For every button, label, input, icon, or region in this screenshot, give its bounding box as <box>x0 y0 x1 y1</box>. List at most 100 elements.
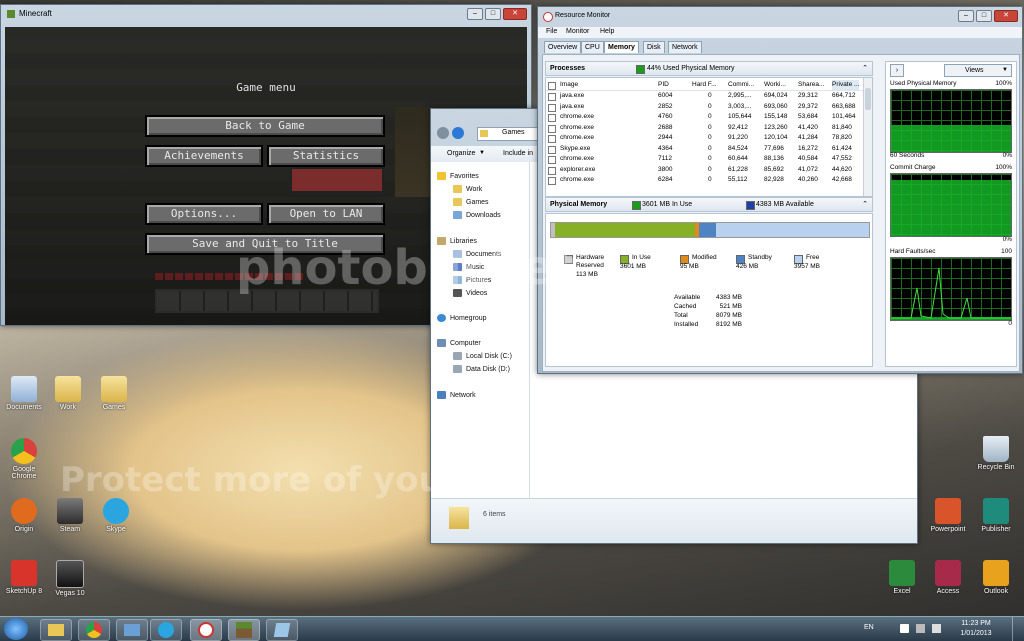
sidebar-item-work[interactable]: Work <box>453 185 482 193</box>
statistics-button[interactable]: Statistics <box>267 145 385 167</box>
column-header-hard-faults[interactable]: Hard F... <box>692 80 717 90</box>
maximize-button[interactable]: □ <box>485 8 501 20</box>
row-checkbox[interactable] <box>548 135 556 143</box>
clock-time[interactable]: 11:23 PM <box>956 620 996 627</box>
sidebar-item-games[interactable]: Games <box>453 198 489 206</box>
physical-memory-header[interactable]: Physical Memory 3601 MB In Use 4383 MB A… <box>545 197 873 212</box>
tray-network-icon[interactable] <box>916 624 925 633</box>
start-button[interactable] <box>4 618 28 640</box>
taskbar-explorer[interactable] <box>40 619 72 641</box>
taskbar-app[interactable] <box>266 619 298 641</box>
row-checkbox[interactable] <box>548 177 556 185</box>
menu-help[interactable]: Help <box>600 28 614 35</box>
minimize-button[interactable]: – <box>958 10 974 22</box>
sidebar-item-computer[interactable]: Computer <box>437 339 481 347</box>
desktop-icon-sketchup[interactable]: SketchUp 8 <box>2 560 46 595</box>
options-button[interactable]: Options... <box>145 203 263 225</box>
pane-divider[interactable] <box>529 162 530 498</box>
desktop-icon-games[interactable]: Games <box>92 376 136 411</box>
collapse-icon[interactable]: ⌃ <box>862 198 868 211</box>
desktop-icon-work[interactable]: Work <box>46 376 90 411</box>
show-desktop-button[interactable] <box>1012 617 1024 641</box>
table-row[interactable]: chrome.exe 6284 0 55,112 82,928 40,260 42,668 <box>546 175 864 185</box>
tray-volume-icon[interactable] <box>932 624 941 633</box>
tab-disk[interactable]: Disk <box>643 41 665 53</box>
column-header-working-set[interactable]: Worki... <box>764 80 786 90</box>
table-row[interactable]: Skype.exe 4364 0 84,524 77,696 16,272 61,424 <box>546 144 864 154</box>
row-checkbox[interactable] <box>548 156 556 164</box>
desktop-icon-access[interactable]: Access <box>926 560 970 595</box>
table-row[interactable]: chrome.exe 7112 0 60,644 88,136 40,584 47,552 <box>546 154 864 164</box>
desktop-icon-recycle-bin[interactable]: Recycle Bin <box>974 436 1018 471</box>
taskbar-chrome[interactable] <box>78 619 110 641</box>
clock-date[interactable]: 1/01/2013 <box>956 630 996 637</box>
desktop-icon-powerpoint[interactable]: Powerpoint <box>926 498 970 533</box>
organize-button[interactable]: Organize <box>447 150 475 157</box>
row-checkbox[interactable] <box>548 166 556 175</box>
forward-arrow-icon[interactable] <box>452 127 464 139</box>
desktop-icon-excel[interactable]: Excel <box>880 560 924 595</box>
table-row[interactable]: java.exe 6004 0 2,995,... 694,024 29,312 664,7… <box>546 91 864 101</box>
menu-monitor[interactable]: Monitor <box>566 28 589 35</box>
column-header-pid[interactable]: PID <box>658 80 669 90</box>
sidebar-item-favorites[interactable]: Favorites <box>437 172 479 180</box>
desktop-icon-vegas[interactable]: Vegas 10 <box>48 560 92 597</box>
tab-cpu[interactable]: CPU <box>581 41 604 53</box>
desktop-icon-publisher[interactable]: Publisher <box>974 498 1018 533</box>
taskbar-minecraft[interactable] <box>228 619 260 641</box>
sidebar-item-data-disk[interactable]: Data Disk (D:) <box>453 365 510 373</box>
close-button[interactable]: ✕ <box>994 10 1018 22</box>
sidebar-item-local-disk[interactable]: Local Disk (C:) <box>453 352 512 360</box>
collapse-graph-pane-button[interactable]: › <box>890 64 904 77</box>
column-header-private[interactable]: Private ... <box>832 80 860 90</box>
row-checkbox[interactable] <box>548 145 556 154</box>
tab-memory[interactable]: Memory <box>604 41 639 53</box>
close-button[interactable]: ✕ <box>503 8 527 20</box>
desktop-icon-outlook[interactable]: Outlook <box>974 560 1018 595</box>
row-checkbox[interactable] <box>548 114 556 122</box>
desktop-icon-origin[interactable]: Origin <box>2 498 46 533</box>
back-arrow-icon[interactable] <box>437 127 449 139</box>
row-checkbox[interactable] <box>548 93 556 101</box>
taskbar-network-app[interactable] <box>116 619 148 641</box>
achievements-button[interactable]: Achievements <box>145 145 263 167</box>
desktop-icon-steam[interactable]: Steam <box>48 498 92 533</box>
scrollbar-thumb[interactable] <box>865 88 871 110</box>
table-row[interactable]: chrome.exe 2688 0 92,412 123,260 41,420 81,840 <box>546 123 864 133</box>
table-row[interactable]: java.exe 2852 0 3,003,... 693,060 29,372 663,6… <box>546 102 864 112</box>
select-all-checkbox[interactable] <box>548 82 556 90</box>
tab-network[interactable]: Network <box>668 41 702 53</box>
row-checkbox[interactable] <box>548 103 556 112</box>
table-row[interactable]: chrome.exe 4760 0 105,644 155,148 53,684 101,4… <box>546 112 864 122</box>
legend-label: Standby <box>748 254 772 261</box>
column-header-image[interactable]: Image <box>560 80 578 90</box>
sidebar-item-network[interactable]: Network <box>437 391 476 399</box>
vertical-scrollbar[interactable] <box>863 78 872 196</box>
open-to-lan-button[interactable]: Open to LAN <box>267 203 385 225</box>
taskbar-skype[interactable] <box>150 619 182 641</box>
menu-file[interactable]: File <box>546 28 557 35</box>
include-in-library-button[interactable]: Include in <box>503 150 533 157</box>
sidebar-item-downloads[interactable]: Downloads <box>453 211 501 219</box>
processes-header[interactable]: Processes 44% Used Physical Memory ⌃ <box>545 61 873 76</box>
table-row[interactable]: chrome.exe 2944 0 91,220 120,104 41,284 78,820 <box>546 133 864 143</box>
column-header-shareable[interactable]: Sharea... <box>798 80 824 90</box>
back-to-game-button[interactable]: Back to Game <box>145 115 385 137</box>
tray-flag-icon[interactable] <box>900 624 909 633</box>
language-indicator[interactable]: EN <box>864 624 874 631</box>
taskbar-resource-monitor[interactable] <box>190 619 222 641</box>
desktop-icon-chrome[interactable]: Google Chrome <box>2 438 46 480</box>
desktop-icon-documents[interactable]: Documents <box>2 376 46 411</box>
minecraft-app-icon <box>7 10 15 18</box>
sidebar-item-homegroup[interactable]: Homegroup <box>437 314 487 322</box>
column-header-commit[interactable]: Commi... <box>728 80 754 90</box>
table-row[interactable]: explorer.exe 3800 0 61,228 85,692 41,072 44,62… <box>546 165 864 175</box>
views-button[interactable]: Views ▼ <box>944 64 1012 77</box>
row-checkbox[interactable] <box>548 124 556 133</box>
tab-overview[interactable]: Overview <box>544 41 582 53</box>
process-pid: 2944 <box>658 134 673 141</box>
collapse-icon[interactable]: ⌃ <box>862 62 868 75</box>
desktop-icon-skype[interactable]: Skype <box>94 498 138 533</box>
maximize-button[interactable]: □ <box>976 10 992 22</box>
minimize-button[interactable]: – <box>467 8 483 20</box>
